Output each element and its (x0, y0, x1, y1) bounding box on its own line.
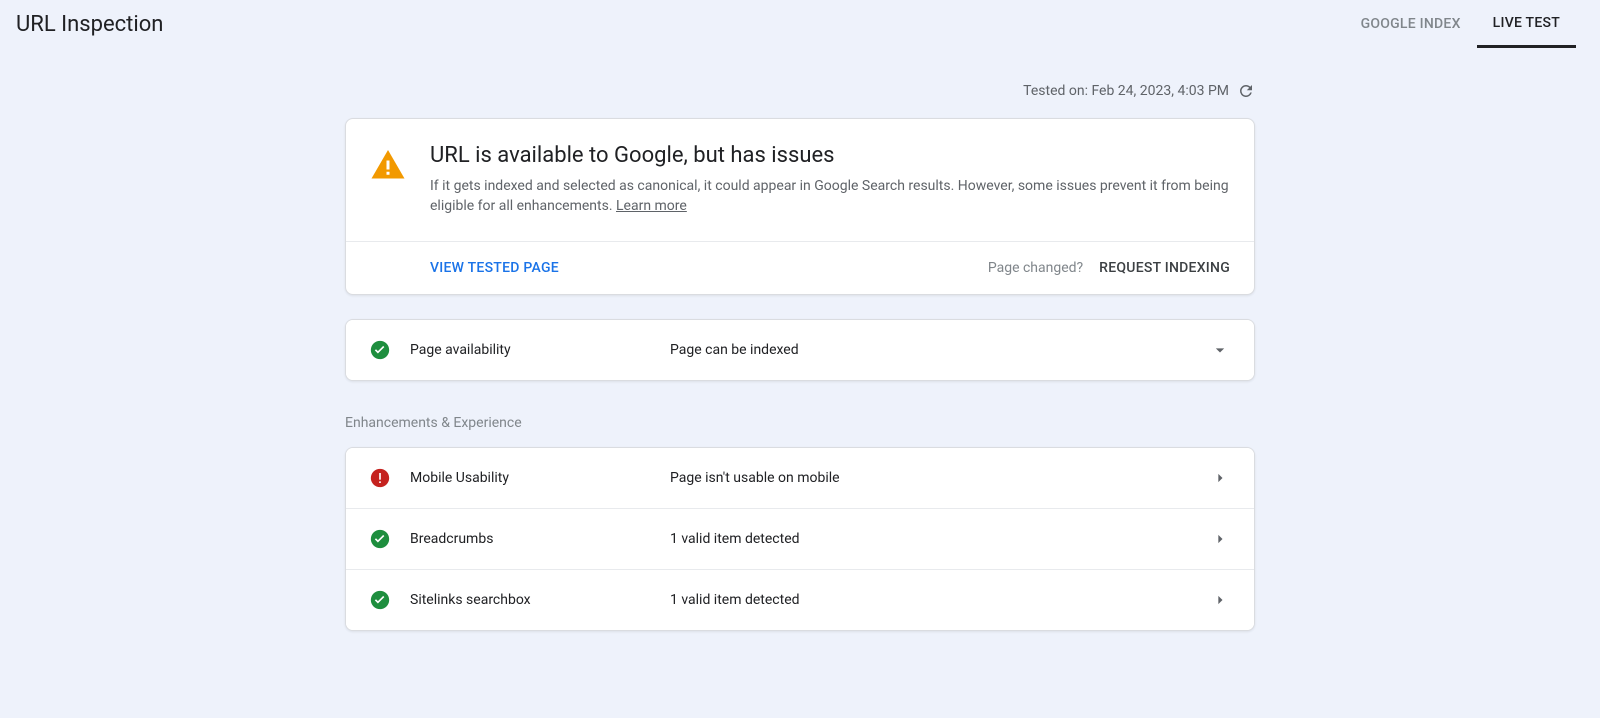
availability-label: Page availability (410, 342, 670, 358)
chevron-down-icon (1210, 340, 1230, 360)
page-changed-label: Page changed? (988, 260, 1083, 276)
row-label: Sitelinks searchbox (410, 592, 670, 608)
page-title: URL Inspection (0, 12, 163, 37)
enhancements-section-title: Enhancements & Experience (345, 415, 1255, 431)
check-circle-icon (370, 590, 390, 610)
row-mobile-usability[interactable]: Mobile Usability Page isn't usable on mo… (346, 448, 1254, 508)
tested-on-label: Tested on: Feb 24, 2023, 4:03 PM (1023, 83, 1229, 99)
check-circle-icon (370, 529, 390, 549)
status-card: URL is available to Google, but has issu… (345, 118, 1255, 295)
enhancements-card: Mobile Usability Page isn't usable on mo… (345, 447, 1255, 631)
main: Tested on: Feb 24, 2023, 4:03 PM URL is … (0, 48, 1600, 631)
tab-live-test[interactable]: LIVE TEST (1477, 0, 1576, 48)
row-value: 1 valid item detected (670, 592, 1210, 608)
row-label: Breadcrumbs (410, 531, 670, 547)
check-circle-icon (370, 340, 390, 360)
row-label: Mobile Usability (410, 470, 670, 486)
tabs: GOOGLE INDEX LIVE TEST (1345, 0, 1600, 48)
row-sitelinks-searchbox[interactable]: Sitelinks searchbox 1 valid item detecte… (346, 569, 1254, 630)
request-indexing-button[interactable]: REQUEST INDEXING (1099, 260, 1230, 276)
tab-google-index[interactable]: GOOGLE INDEX (1345, 0, 1477, 48)
view-tested-page-button[interactable]: VIEW TESTED PAGE (430, 260, 559, 276)
learn-more-link[interactable]: Learn more (616, 198, 687, 214)
row-value: 1 valid item detected (670, 531, 1210, 547)
header: URL Inspection GOOGLE INDEX LIVE TEST (0, 0, 1600, 48)
status-title: URL is available to Google, but has issu… (430, 143, 1230, 168)
tested-on-row: Tested on: Feb 24, 2023, 4:03 PM (345, 82, 1255, 100)
status-description: If it gets indexed and selected as canon… (430, 176, 1230, 217)
chevron-right-icon (1210, 590, 1230, 610)
row-breadcrumbs[interactable]: Breadcrumbs 1 valid item detected (346, 508, 1254, 569)
availability-value: Page can be indexed (670, 342, 1210, 358)
chevron-right-icon (1210, 529, 1230, 549)
warning-icon (370, 147, 406, 183)
refresh-icon[interactable] (1237, 82, 1255, 100)
page-availability-card[interactable]: Page availability Page can be indexed (345, 319, 1255, 381)
row-value: Page isn't usable on mobile (670, 470, 1210, 486)
chevron-right-icon (1210, 468, 1230, 488)
error-circle-icon (370, 468, 390, 488)
